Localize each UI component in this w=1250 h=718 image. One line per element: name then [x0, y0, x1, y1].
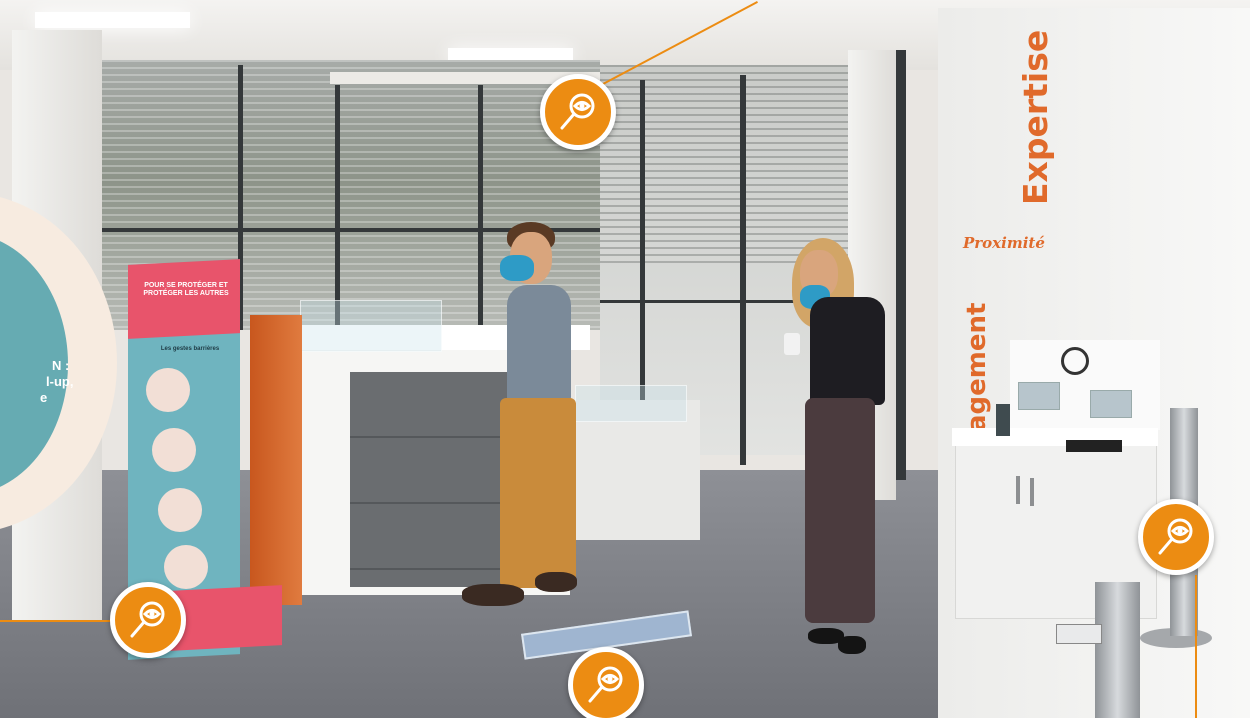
banner-illustration [152, 428, 196, 472]
ceiling-light [35, 12, 190, 28]
info-text-line: e [40, 390, 48, 405]
paper-dispenser [1018, 382, 1060, 410]
window-frame [478, 85, 483, 330]
info-text-line: N : [52, 358, 70, 373]
hotspot-leader-line [1195, 575, 1197, 718]
foot-pedal-dispenser [1095, 582, 1140, 718]
foot-pedal-tray [1056, 624, 1102, 644]
orange-divider-screen [250, 315, 302, 605]
rollup-subheading: Les gestes barrières [160, 346, 220, 352]
wall-word-partial: agement [962, 302, 992, 432]
hotspot-dispenser[interactable] [1138, 499, 1214, 575]
banner-illustration [164, 545, 208, 589]
station-logo [1061, 347, 1089, 375]
wall-word-proximite: Proximité [963, 234, 1045, 252]
wall-word-expertise: Expertise [1016, 29, 1055, 205]
bottle [996, 404, 1010, 436]
cabinet-handle [1030, 478, 1034, 506]
hotspot-window[interactable] [540, 74, 616, 150]
sink-countertop [952, 428, 1158, 446]
banner-illustration [158, 488, 202, 532]
info-text-line: l-up, [46, 374, 74, 389]
coffee-cup [784, 333, 800, 355]
glass-room-frame [740, 75, 746, 465]
plexiglass-shield [575, 385, 687, 422]
hotspot-rollup[interactable] [110, 582, 186, 658]
reception-scene: POUR SE PROTÉGER ET PROTÉGER LES AUTRES … [0, 0, 1250, 718]
window-frame [335, 85, 340, 330]
sink-basin [1066, 440, 1122, 452]
hotspot-leader-line [0, 620, 112, 622]
hotspot-floor-sticker[interactable] [568, 647, 644, 718]
banner-illustration [146, 368, 190, 412]
magnifier-eye-icon [1158, 518, 1193, 555]
cabinet-handle [1016, 476, 1020, 504]
rollup-banner-footer [170, 585, 282, 651]
magnifier-eye-icon [560, 93, 595, 130]
magnifier-eye-icon [588, 666, 623, 703]
glass-room-frame [896, 50, 906, 480]
plexiglass-shield [300, 300, 442, 352]
magnifier-eye-icon [130, 601, 165, 638]
soap-dispenser [1090, 390, 1132, 418]
rollup-banner-header [128, 259, 240, 339]
rollup-heading: POUR SE PROTÉGER ET PROTÉGER LES AUTRES [143, 282, 229, 298]
